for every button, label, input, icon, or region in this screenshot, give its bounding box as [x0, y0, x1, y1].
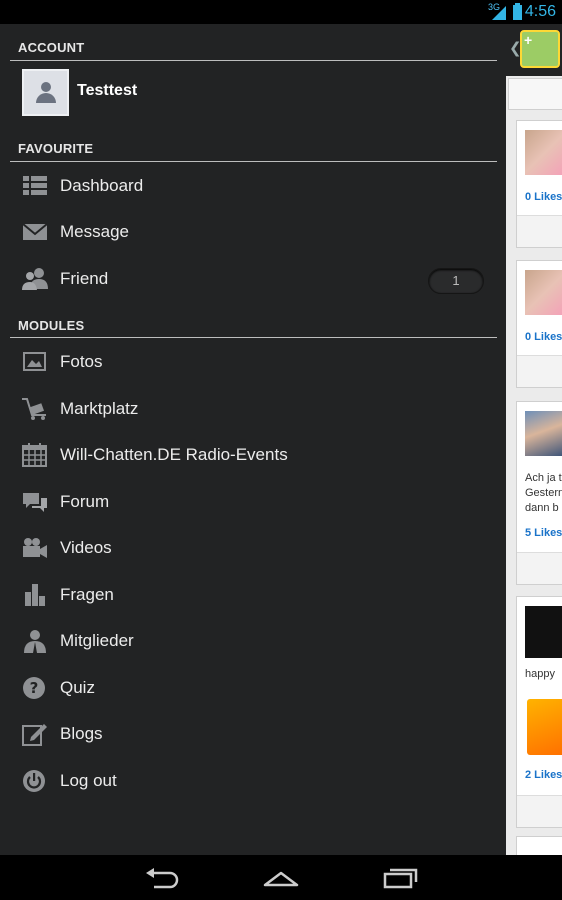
action-bar: ❮ +	[506, 24, 562, 76]
menu-item-videos[interactable]: Videos	[0, 526, 506, 570]
menu-item-message[interactable]: Message	[0, 210, 506, 254]
post-text: Ach ja t	[525, 472, 562, 484]
navigation-drawer: ACCOUNT Testtest FAVOURITE Dashboard Mes…	[0, 24, 506, 855]
menu-item-label: Mitglieder	[60, 631, 134, 650]
menu-item-mitglieder[interactable]: Mitglieder	[0, 619, 506, 663]
photo-icon	[22, 350, 48, 374]
menu-item-friend[interactable]: Friend 1	[0, 257, 506, 301]
list-icon	[22, 174, 48, 198]
app-logo-icon[interactable]: +	[520, 30, 560, 68]
tab-bar[interactable]	[508, 78, 562, 110]
post-text: dann b	[525, 502, 559, 514]
modules-header: MODULES	[18, 318, 85, 333]
avatar	[22, 69, 69, 116]
envelope-icon	[22, 220, 48, 244]
account-name: Testtest	[77, 82, 138, 99]
feed-card[interactable]: 0 Likes	[516, 120, 562, 248]
menu-item-quiz[interactable]: ? Quiz	[0, 666, 506, 710]
menu-item-label: Dashboard	[60, 176, 144, 195]
likes-count[interactable]: 2 Likes	[525, 769, 562, 781]
post-image	[525, 606, 562, 658]
divider	[10, 60, 497, 61]
menu-item-label: Log out	[60, 771, 117, 790]
gift-image	[527, 699, 562, 755]
menu-item-label: Videos	[60, 538, 112, 557]
likes-count[interactable]: 0 Likes	[525, 331, 562, 343]
back-icon[interactable]	[142, 865, 182, 891]
favourite-header: FAVOURITE	[18, 141, 94, 156]
card-footer[interactable]	[517, 552, 562, 584]
post-thumbnail	[525, 270, 562, 315]
friends-icon	[22, 267, 48, 291]
bar-chart-icon	[22, 583, 48, 607]
menu-item-forum[interactable]: Forum	[0, 480, 506, 524]
menu-item-label: Fotos	[60, 352, 103, 371]
video-camera-icon	[22, 536, 48, 560]
likes-count[interactable]: 0 Likes	[525, 191, 562, 203]
friend-count-badge: 1	[428, 268, 484, 294]
divider	[10, 337, 497, 338]
card-footer[interactable]	[517, 795, 562, 827]
feed-card[interactable]	[516, 836, 562, 855]
feed-card[interactable]: 0 Likes	[516, 260, 562, 388]
post-text: Gestern	[525, 487, 562, 499]
feed-card[interactable]: Ach ja t Gestern dann b 5 Likes	[516, 401, 562, 585]
account-header: ACCOUNT	[18, 40, 85, 55]
menu-item-blogs[interactable]: Blogs	[0, 712, 506, 756]
home-icon[interactable]	[261, 865, 301, 891]
post-thumbnail	[525, 411, 562, 456]
post-text: happy	[525, 668, 555, 680]
member-icon	[22, 629, 48, 653]
clock: 4:56	[524, 3, 556, 20]
menu-item-logout[interactable]: Log out	[0, 759, 506, 803]
menu-item-label: Message	[60, 222, 129, 241]
pencil-edit-icon	[22, 722, 48, 746]
status-bar: 3G 4:56	[0, 0, 562, 24]
calendar-icon	[22, 443, 48, 467]
menu-item-marktplatz[interactable]: Marktplatz	[0, 387, 506, 431]
menu-item-label: Blogs	[60, 724, 103, 743]
menu-item-label: Marktplatz	[60, 399, 139, 418]
cart-icon	[22, 397, 48, 421]
menu-item-label: Forum	[60, 492, 110, 511]
battery-icon	[513, 3, 522, 20]
main-content-peek[interactable]: ❮ + 0 Likes 0 Likes Ach ja t Gestern dan…	[506, 24, 562, 855]
post-thumbnail	[525, 130, 562, 175]
card-footer[interactable]	[517, 355, 562, 387]
system-nav-bar	[0, 855, 562, 900]
menu-item-label: Quiz	[60, 678, 95, 697]
signal-icon	[492, 6, 506, 20]
divider	[10, 161, 497, 162]
menu-item-fotos[interactable]: Fotos	[0, 340, 506, 384]
menu-item-label: Friend	[60, 269, 109, 288]
menu-item-fragen[interactable]: Fragen	[0, 573, 506, 617]
feed-card[interactable]: happy 2 Likes	[516, 596, 562, 828]
card-footer[interactable]	[517, 215, 562, 247]
chat-bubbles-icon	[22, 490, 48, 514]
likes-count[interactable]: 5 Likes	[525, 527, 562, 539]
menu-item-radio-events[interactable]: Will-Chatten.DE Radio-Events	[0, 433, 506, 477]
question-icon: ?	[22, 676, 48, 700]
svg-text:?: ?	[30, 679, 39, 697]
recent-apps-icon[interactable]	[381, 865, 421, 891]
menu-item-label: Will-Chatten.DE Radio-Events	[60, 445, 288, 464]
power-icon	[22, 769, 48, 793]
menu-item-label: Fragen	[60, 585, 114, 604]
menu-item-dashboard[interactable]: Dashboard	[0, 164, 506, 208]
